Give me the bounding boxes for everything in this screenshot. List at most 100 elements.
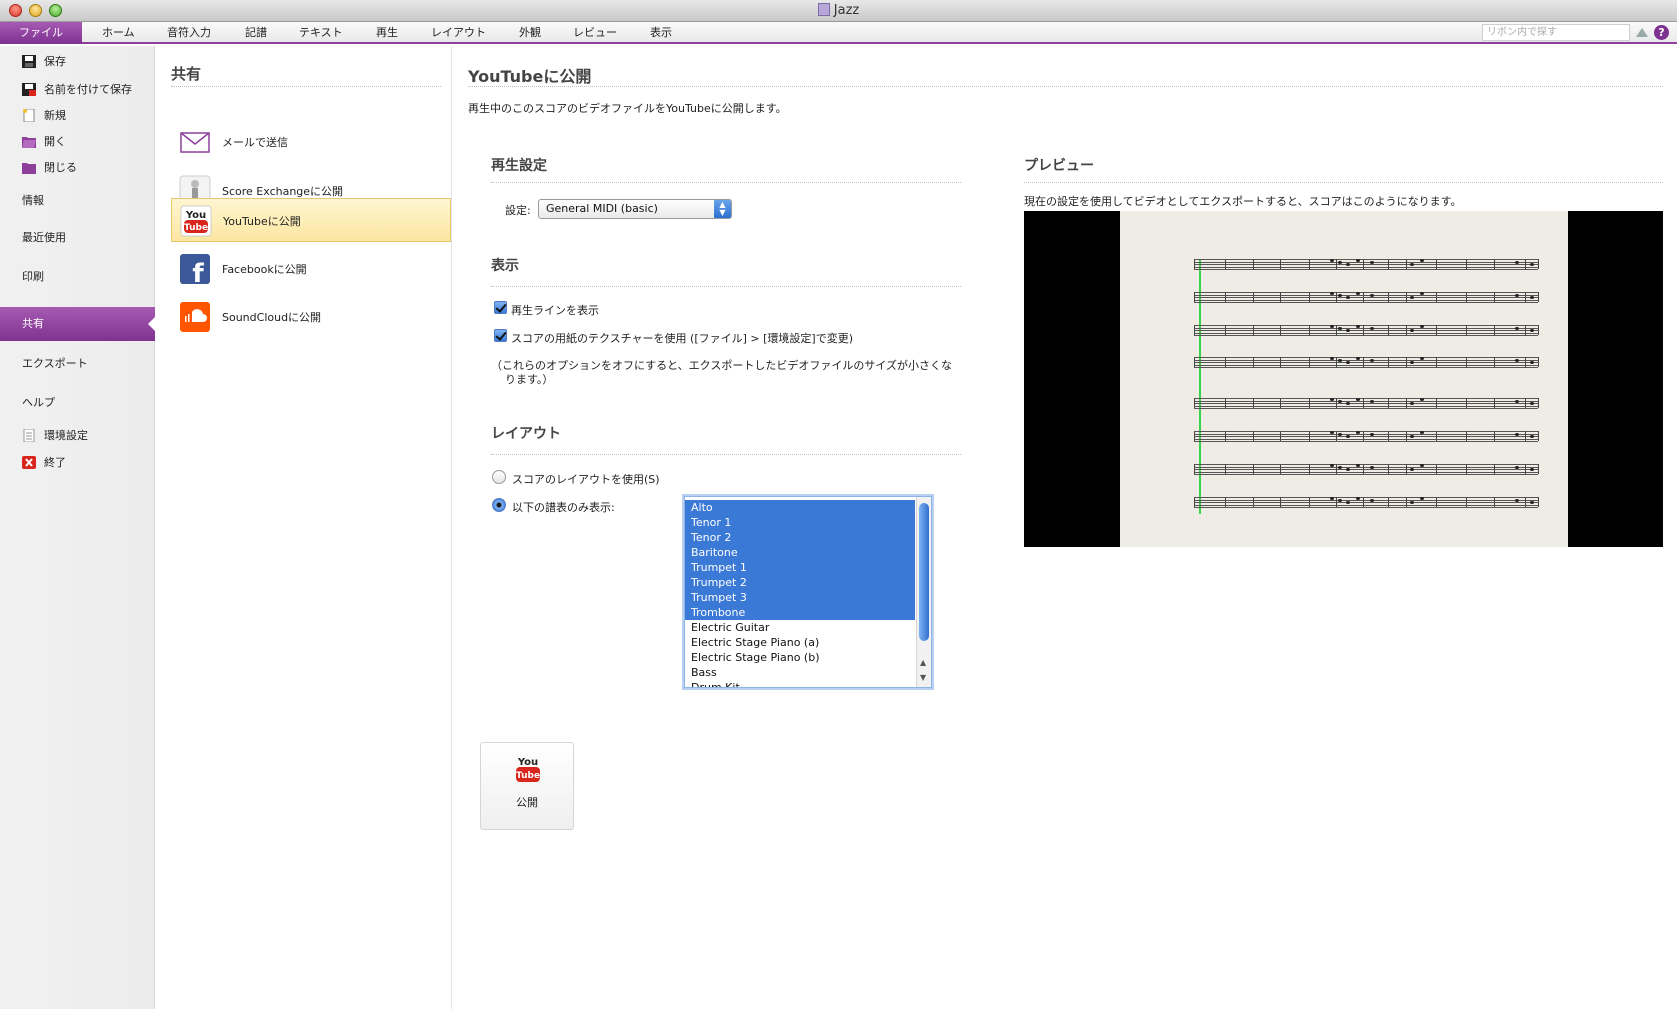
note-head	[1370, 261, 1374, 264]
barline	[1436, 292, 1437, 302]
share-item-soundcloud[interactable]: SoundCloudに公開	[171, 295, 451, 339]
staff-list-item[interactable]: Trumpet 3	[685, 590, 915, 605]
barline	[1253, 292, 1254, 302]
barline	[1363, 325, 1364, 335]
tab-home[interactable]: ホーム	[102, 22, 135, 44]
note-head	[1370, 433, 1374, 436]
note-head	[1338, 499, 1342, 502]
staff-line	[1194, 398, 1538, 399]
barline	[1225, 497, 1226, 507]
publish-button[interactable]: You Tube 公開	[480, 742, 574, 830]
staff-line	[1194, 504, 1538, 506]
tab-layout[interactable]: レイアウト	[431, 22, 486, 44]
staff-line	[1194, 330, 1538, 331]
note-head	[1338, 261, 1342, 264]
staff-list-item[interactable]: Tenor 1	[685, 515, 915, 530]
staff-line	[1194, 299, 1538, 301]
scroll-down-icon[interactable]: ▼	[920, 673, 926, 682]
barline	[1388, 325, 1389, 335]
display-title: 表示	[491, 258, 519, 274]
barline	[1253, 497, 1254, 507]
nav-close[interactable]: 閉じる	[0, 156, 155, 180]
note-head	[1346, 435, 1350, 438]
note-head	[1420, 398, 1424, 401]
note-head	[1420, 325, 1424, 328]
staff-list-item[interactable]: Trombone	[685, 605, 915, 620]
staff-list-item[interactable]: Electric Stage Piano (b)	[685, 650, 915, 665]
share-title: 共有	[171, 65, 202, 83]
nav-print[interactable]: 印刷	[0, 265, 155, 289]
staff-list-item[interactable]: Trumpet 1	[685, 560, 915, 575]
tab-note-input[interactable]: 音符入力	[167, 22, 211, 44]
staff-line	[1194, 357, 1538, 358]
barline	[1309, 497, 1310, 507]
scroll-up-icon[interactable]: ▲	[920, 658, 926, 667]
nav-recent[interactable]: 最近使用	[0, 226, 155, 250]
barline	[1466, 398, 1467, 408]
help-icon[interactable]: ?	[1654, 25, 1669, 40]
nav-save-as[interactable]: 名前を付けて保存	[0, 78, 155, 102]
barline	[1253, 325, 1254, 335]
ribbon-search-input[interactable]: リボン内で探す	[1482, 24, 1630, 41]
collapse-ribbon-icon[interactable]	[1636, 28, 1648, 37]
playback-setting-select[interactable]: General MIDI (basic) ▲ ▼	[538, 199, 732, 219]
note-head	[1338, 400, 1342, 403]
share-item-facebook[interactable]: f Facebookに公開	[171, 247, 451, 291]
tab-play[interactable]: 再生	[376, 22, 398, 44]
tab-review[interactable]: レビュー	[573, 22, 617, 44]
show-only-staves-radio[interactable]	[492, 498, 506, 512]
barline	[1225, 431, 1226, 441]
barline	[1336, 497, 1337, 507]
staff-line	[1194, 264, 1538, 265]
nav-quit[interactable]: 終了	[0, 451, 155, 475]
share-item-youtube[interactable]: You Tube YouTubeに公開	[171, 198, 451, 242]
staff-list-item[interactable]: Trumpet 2	[685, 575, 915, 590]
use-score-layout-radio[interactable]	[492, 470, 506, 484]
staff-list-item[interactable]: Tenor 2	[685, 530, 915, 545]
barline	[1494, 497, 1495, 507]
staff-list-item[interactable]: Baritone	[685, 545, 915, 560]
staff-list-item[interactable]: Drum Kit	[685, 680, 915, 687]
barline	[1525, 431, 1526, 441]
note-head	[1356, 357, 1360, 360]
note-head	[1330, 497, 1334, 500]
playback-settings-title: 再生設定	[491, 158, 547, 174]
note-head	[1370, 466, 1374, 469]
nav-export[interactable]: エクスポート	[0, 352, 155, 376]
staff-list-item[interactable]: Electric Guitar	[685, 620, 915, 635]
note-head	[1370, 359, 1374, 362]
staff-list-item[interactable]: Bass	[685, 665, 915, 680]
staff-line	[1194, 327, 1538, 329]
title-bar: Jazz	[0, 0, 1677, 22]
tab-view[interactable]: 表示	[650, 22, 672, 44]
scroll-thumb[interactable]	[919, 503, 929, 641]
tab-file[interactable]: ファイル	[0, 22, 82, 44]
tab-text[interactable]: テキスト	[299, 22, 343, 44]
staff-list-item[interactable]: Electric Stage Piano (a)	[685, 635, 915, 650]
staves-listbox[interactable]: Alto Tenor 1 Tenor 2 Baritone Trumpet 1 Trump…	[684, 496, 932, 688]
svg-text:Tube: Tube	[184, 223, 208, 233]
share-item-email[interactable]: メールで送信	[171, 120, 451, 164]
note-head	[1370, 499, 1374, 502]
nav-share[interactable]: 共有	[0, 307, 156, 341]
staves-scrollbar[interactable]: ▲ ▼	[916, 497, 931, 687]
note-head	[1330, 398, 1334, 401]
barline	[1336, 325, 1337, 335]
tab-notations[interactable]: 記譜	[245, 22, 267, 44]
barline	[1525, 464, 1526, 474]
ribbon-tabs: ファイル ホーム 音符入力 記譜 テキスト 再生 レイアウト 外観 レビュー 表…	[0, 22, 1677, 44]
nav-help[interactable]: ヘルプ	[0, 391, 155, 415]
use-paper-texture-checkbox[interactable]	[494, 329, 507, 342]
show-playline-checkbox[interactable]	[494, 301, 507, 314]
nav-open[interactable]: 開く	[0, 130, 155, 154]
nav-save[interactable]: 保存	[0, 50, 155, 74]
staff-list-item[interactable]: Alto	[685, 500, 915, 515]
nav-preferences[interactable]: 環境設定	[0, 424, 155, 448]
note-head	[1420, 357, 1424, 360]
barline	[1525, 259, 1526, 269]
tab-appearance[interactable]: 外観	[519, 22, 541, 44]
nav-new[interactable]: 新規	[0, 104, 155, 128]
barline	[1436, 431, 1437, 441]
display-note-line2: ります。）	[505, 373, 554, 386]
nav-info[interactable]: 情報	[0, 189, 155, 213]
